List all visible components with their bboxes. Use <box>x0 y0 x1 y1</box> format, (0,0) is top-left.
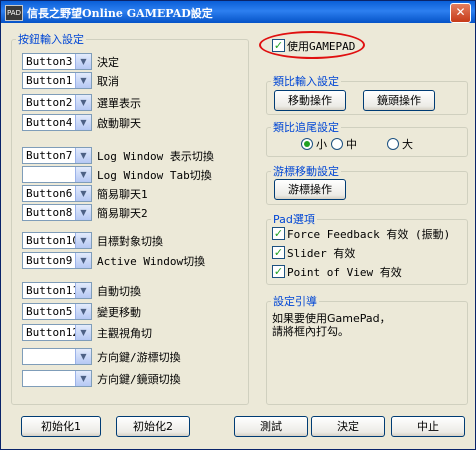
key-action-label: Log Window 表示切換 <box>97 150 214 163</box>
key-action-label: 取消 <box>97 75 119 88</box>
title-bar[interactable]: PAD 信長之野望Online GAMEPAD設定 ✕ <box>1 1 475 23</box>
chevron-down-icon[interactable]: ▼ <box>75 253 91 268</box>
key-settings-legend: 按鈕輸入設定 <box>18 33 84 46</box>
analog-track-legend: 類比追尾設定 <box>273 121 339 134</box>
slider-label: Slider 有效 <box>287 247 356 260</box>
chevron-down-icon[interactable]: ▼ <box>75 283 91 298</box>
key-select-value: Button6 <box>26 187 73 200</box>
key-action-label: 簡易聊天1 <box>97 188 148 201</box>
key-select-11[interactable]: Button11 ▼ <box>22 282 92 299</box>
chevron-down-icon[interactable]: ▼ <box>75 73 91 88</box>
key-action-label: 主觀視角切 <box>97 327 152 340</box>
cancel-button[interactable]: 中止 <box>391 416 465 437</box>
key-select-4[interactable]: Button4 ▼ <box>22 114 92 131</box>
key-select-1[interactable]: Button3 ▼ <box>22 53 92 70</box>
track-small-radio[interactable] <box>301 138 313 150</box>
guide-legend: 設定引導 <box>273 295 317 308</box>
key-select-value: Button12 <box>26 326 79 339</box>
key-select-value: Button2 <box>26 96 73 109</box>
cursor-legend: 游標移動設定 <box>273 165 339 178</box>
pad-options-legend: Pad選項 <box>273 213 315 226</box>
key-action-label: 簡易聊天2 <box>97 207 148 220</box>
key-select-12[interactable]: Button5 ▼ <box>22 303 92 320</box>
highlight-circle <box>259 31 365 59</box>
track-medium-radio[interactable] <box>331 138 343 150</box>
camera-operation-button[interactable]: 鏡頭操作 <box>363 90 435 111</box>
key-select-13[interactable]: Button12 ▼ <box>22 324 92 341</box>
slider-checkbox[interactable]: ✓ <box>272 246 285 259</box>
key-action-label: 目標對象切換 <box>97 235 163 248</box>
chevron-down-icon[interactable]: ▼ <box>75 95 91 110</box>
key-action-label: 方向鍵/鏡頭切換 <box>97 373 181 386</box>
move-operation-button[interactable]: 移動操作 <box>274 90 346 111</box>
track-large-label: 大 <box>402 138 413 151</box>
key-select-5[interactable]: Button7 ▼ <box>22 147 92 164</box>
chevron-down-icon[interactable]: ▼ <box>75 148 91 163</box>
key-select-value: Button8 <box>26 206 73 219</box>
init1-button[interactable]: 初始化1 <box>21 416 101 437</box>
pov-label: Point of View 有效 <box>287 266 402 279</box>
force-feedback-label: Force Feedback 有效 (振動) <box>287 228 451 241</box>
key-select-value: Button10 <box>26 234 79 247</box>
key-select-15[interactable]: ▼ <box>22 370 92 387</box>
chevron-down-icon[interactable]: ▼ <box>75 115 91 130</box>
key-select-2[interactable]: Button1 ▼ <box>22 72 92 89</box>
key-select-7[interactable]: Button6 ▼ <box>22 185 92 202</box>
window-title: 信長之野望Online GAMEPAD設定 <box>27 7 213 20</box>
init2-button[interactable]: 初始化2 <box>116 416 190 437</box>
key-select-value: Button9 <box>26 254 73 267</box>
chevron-down-icon[interactable]: ▼ <box>75 205 91 220</box>
key-select-value: Button4 <box>26 116 73 129</box>
key-select-value: Button7 <box>26 149 73 162</box>
key-action-label: 變更移動 <box>97 306 141 319</box>
guide-text-line2: 請將框內打勾。 <box>272 325 349 338</box>
chevron-down-icon[interactable]: ▼ <box>75 325 91 340</box>
track-large-radio[interactable] <box>387 138 399 150</box>
key-select-6[interactable]: ▼ <box>22 166 92 183</box>
key-action-label: 決定 <box>97 56 119 69</box>
chevron-down-icon[interactable]: ▼ <box>75 186 91 201</box>
key-select-8[interactable]: Button8 ▼ <box>22 204 92 221</box>
key-action-label: Active Window切換 <box>97 255 206 268</box>
gamepad-settings-window: PAD 信長之野望Online GAMEPAD設定 ✕ 按鈕輸入設定 Butto… <box>0 0 476 450</box>
key-select-14[interactable]: ▼ <box>22 348 92 365</box>
key-action-label: 自動切換 <box>97 285 141 298</box>
key-select-value: Button3 <box>26 55 73 68</box>
key-action-label: Log Window Tab切換 <box>97 169 212 182</box>
track-medium-label: 中 <box>346 138 357 151</box>
key-select-3[interactable]: Button2 ▼ <box>22 94 92 111</box>
key-action-label: 啟動聊天 <box>97 117 141 130</box>
app-icon: PAD <box>5 5 23 21</box>
key-select-value: Button11 <box>26 284 79 297</box>
chevron-down-icon[interactable]: ▼ <box>75 371 91 386</box>
cursor-operation-button[interactable]: 游標操作 <box>274 179 346 200</box>
key-select-9[interactable]: Button10 ▼ <box>22 232 92 249</box>
key-select-value: Button1 <box>26 74 73 87</box>
key-action-label: 方向鍵/游標切換 <box>97 351 181 364</box>
chevron-down-icon[interactable]: ▼ <box>75 167 91 182</box>
close-icon[interactable]: ✕ <box>450 3 471 23</box>
chevron-down-icon[interactable]: ▼ <box>75 349 91 364</box>
chevron-down-icon[interactable]: ▼ <box>75 54 91 69</box>
ok-button[interactable]: 決定 <box>311 416 385 437</box>
force-feedback-checkbox[interactable]: ✓ <box>272 227 285 240</box>
key-select-value: Button5 <box>26 305 73 318</box>
test-button[interactable]: 測試 <box>234 416 308 437</box>
pov-checkbox[interactable]: ✓ <box>272 265 285 278</box>
chevron-down-icon[interactable]: ▼ <box>75 233 91 248</box>
key-action-label: 選單表示 <box>97 97 141 110</box>
analog-input-legend: 類比輸入設定 <box>273 75 339 88</box>
track-small-label: 小 <box>316 138 327 151</box>
analog-track-group: 類比追尾設定 <box>266 119 468 157</box>
chevron-down-icon[interactable]: ▼ <box>75 304 91 319</box>
key-select-10[interactable]: Button9 ▼ <box>22 252 92 269</box>
